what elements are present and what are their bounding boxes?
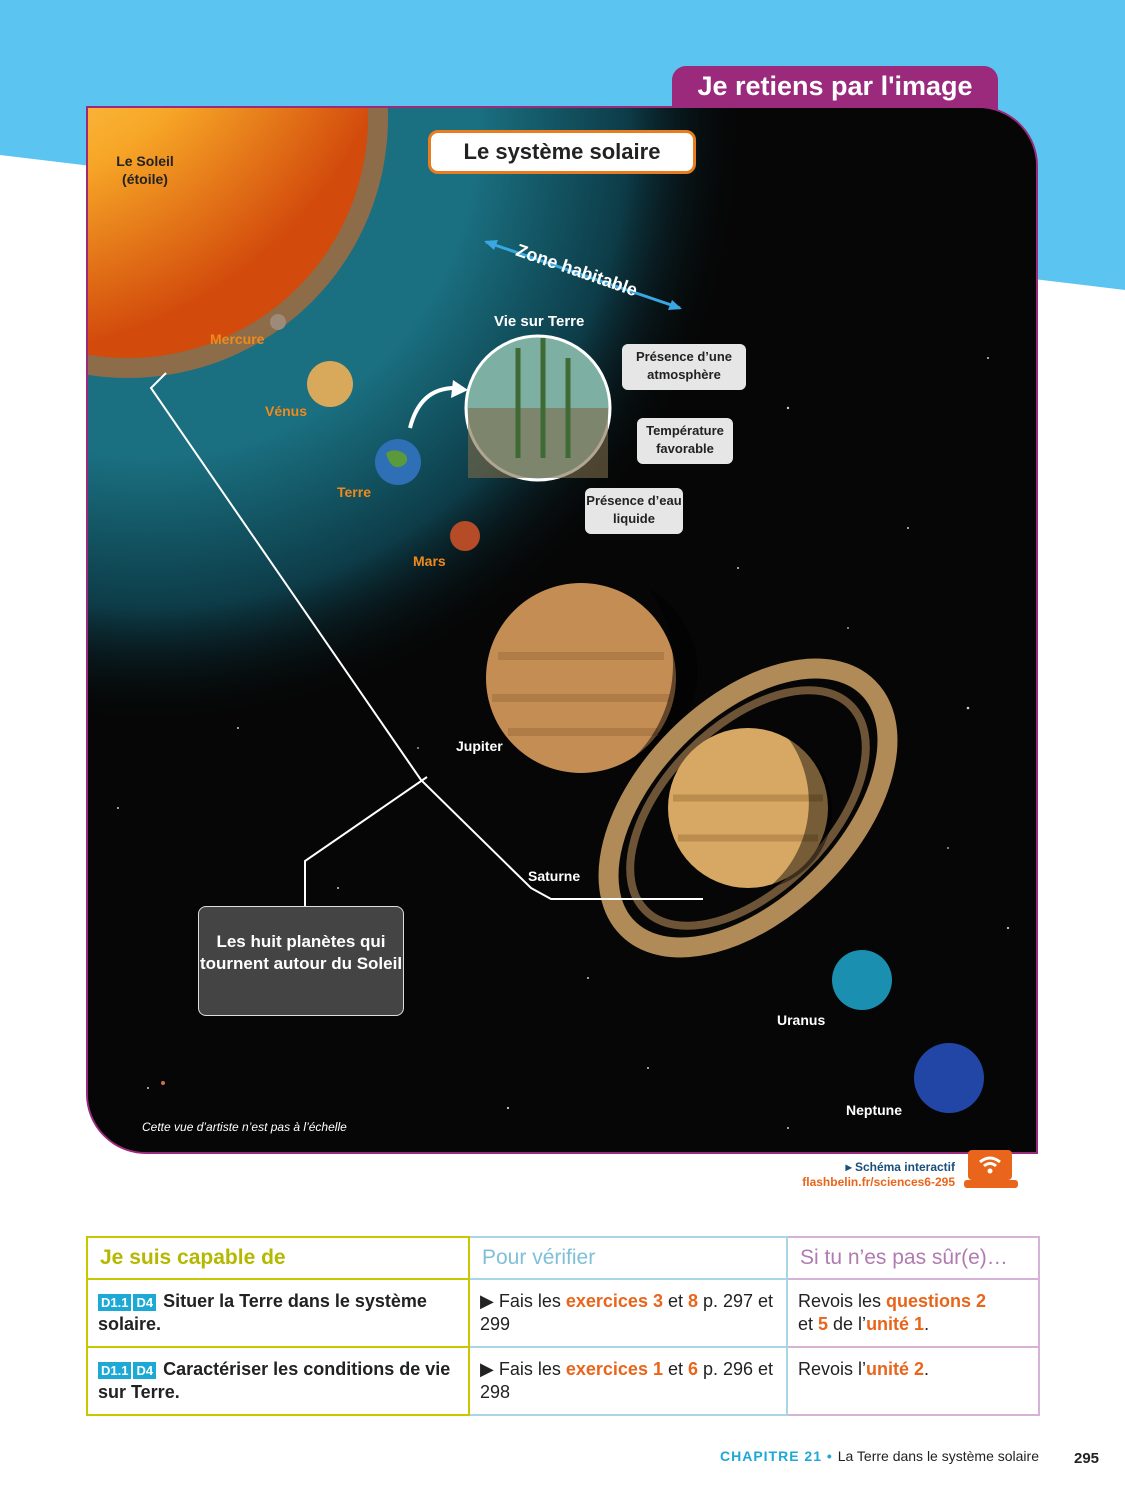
skills-table: Je suis capable de Pour vérifier Si tu n…	[86, 1236, 1040, 1416]
interactive-url[interactable]: flashbelin.fr/sciences6-295	[802, 1175, 955, 1190]
footer-separator: •	[822, 1448, 838, 1464]
chapter-number: CHAPITRE 21	[719, 1448, 823, 1464]
review-cell: Revois les questions 2 et 5 de l’unité 1…	[786, 1278, 1040, 1348]
header-capable: Je suis capable de	[86, 1236, 470, 1279]
skill-cell: D1.1 D4 Caractériser les conditions de vi…	[86, 1346, 470, 1416]
label-uranus: Uranus	[777, 1012, 826, 1028]
verify-text: et	[662, 1359, 688, 1379]
label-saturn: Saturne	[528, 868, 581, 884]
question-link[interactable]: 5	[818, 1314, 828, 1334]
review-text: de l’	[828, 1314, 867, 1334]
domain-tag: D1.1	[98, 1362, 132, 1379]
exercise-link[interactable]: 6	[688, 1359, 698, 1379]
unit-link[interactable]: unité 1	[866, 1314, 924, 1334]
uranus	[832, 950, 892, 1010]
venus	[307, 361, 353, 407]
life-title: Vie sur Terre	[494, 313, 585, 330]
page-number: 295	[1074, 1450, 1100, 1467]
header-review: Si tu n’es pas sûr(e)…	[786, 1236, 1040, 1279]
interactive-link[interactable]: ▸ Schéma interactif flashbelin.fr/scienc…	[802, 1160, 955, 1190]
label-venus: Vénus	[265, 403, 308, 419]
review-cell: Revois l’unité 2.	[786, 1346, 1040, 1416]
verify-cell: ▶ Fais les exercices 3 et 8 p. 297 et 29…	[468, 1278, 788, 1348]
callout-temperature: Température favorable	[637, 418, 733, 464]
label-mars: Mars	[413, 553, 446, 569]
section-tab: Je retiens par l'image	[672, 66, 998, 110]
interactive-label[interactable]: ▸ Schéma interactif	[802, 1160, 955, 1175]
laptop-wifi-icon[interactable]	[964, 1148, 1018, 1190]
table-header-row: Je suis capable de Pour vérifier Si tu n…	[86, 1236, 1040, 1279]
table-row: D1.1 D4 Situer la Terre dans le système s…	[86, 1278, 1040, 1348]
callout-water: Présence d’eau liquide	[585, 488, 683, 534]
table-row: D1.1 D4 Caractériser les conditions de vi…	[86, 1346, 1040, 1416]
review-text: .	[924, 1314, 930, 1334]
mercury	[270, 314, 286, 330]
scale-note: Cette vue d’artiste n’est pas à l’échell…	[142, 1120, 347, 1134]
mars	[450, 521, 480, 551]
sun-type: (étoile)	[122, 171, 168, 187]
label-jupiter: Jupiter	[456, 738, 503, 754]
callout-atmosphere: Présence d’une atmosphère	[622, 344, 746, 390]
verify-text: ▶ Fais les	[480, 1359, 566, 1379]
diagram-title: Le système solaire	[428, 130, 696, 174]
review-text: Revois les	[798, 1291, 887, 1311]
eight-planets-box: Les huit planètes qui tournent autour du…	[198, 906, 404, 1016]
page-footer: CHAPITRE 21 • La Terre dans le système s…	[720, 1448, 1039, 1464]
review-text: .	[924, 1359, 930, 1379]
exercise-link[interactable]: exercices 3	[566, 1291, 663, 1311]
verify-text: ▶ Fais les	[480, 1291, 566, 1311]
exercise-link[interactable]: exercices 1	[566, 1359, 663, 1379]
review-text: Revois l’	[798, 1359, 867, 1379]
verify-cell: ▶ Fais les exercices 1 et 6 p. 296 et 29…	[468, 1346, 788, 1416]
sun-label: Le Soleil (étoile)	[110, 152, 180, 188]
label-mercury: Mercure	[210, 331, 265, 347]
label-neptune: Neptune	[846, 1102, 902, 1118]
label-earth: Terre	[337, 484, 371, 500]
question-link[interactable]: questions 2	[886, 1291, 986, 1311]
domain-tag: D4	[133, 1362, 157, 1379]
sun-name: Le Soleil	[116, 153, 174, 169]
neptune	[914, 1043, 984, 1113]
verify-text: et	[662, 1291, 688, 1311]
review-text: et	[798, 1314, 819, 1334]
unit-link[interactable]: unité 2	[866, 1359, 924, 1379]
domain-tag: D1.1	[98, 1294, 132, 1311]
header-verify: Pour vérifier	[468, 1236, 788, 1279]
domain-tag: D4	[133, 1294, 157, 1311]
exercise-link[interactable]: 8	[688, 1291, 698, 1311]
chapter-title: La Terre dans le système solaire	[837, 1448, 1039, 1464]
skill-cell: D1.1 D4 Situer la Terre dans le système s…	[86, 1278, 470, 1348]
